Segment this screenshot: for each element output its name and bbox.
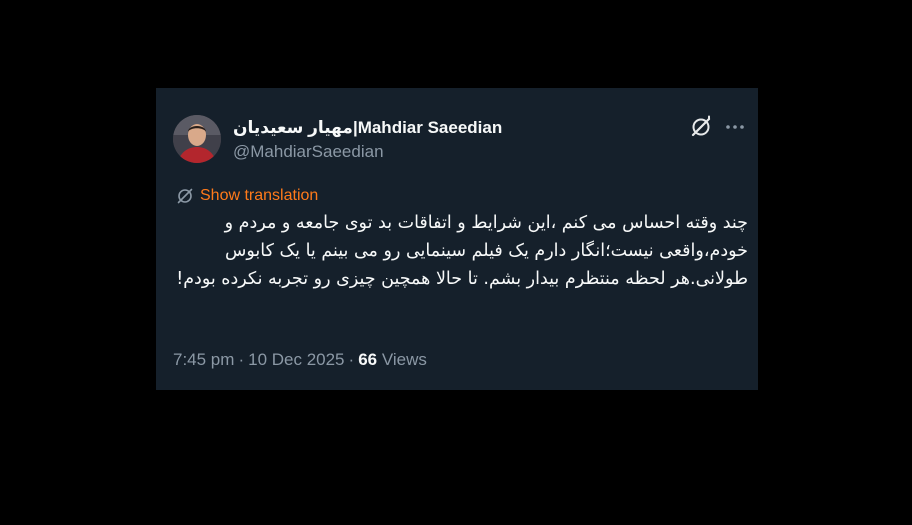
- avatar-image: [173, 115, 221, 163]
- avatar[interactable]: [173, 115, 221, 163]
- meta-separator: ·: [348, 350, 355, 369]
- show-translation-label[interactable]: Show translation: [200, 186, 318, 206]
- views-count[interactable]: 66: [358, 350, 377, 369]
- display-name[interactable]: مهیار سعیدیان|Mahdiar Saeedian: [233, 117, 502, 139]
- grok-icon[interactable]: [689, 115, 713, 139]
- tweet-meta: 7:45 pm · 10 Dec 2025 · 66 Views: [173, 349, 427, 371]
- tweet-date[interactable]: 10 Dec 2025: [248, 350, 344, 369]
- more-icon[interactable]: [724, 117, 746, 137]
- meta-separator: ·: [238, 350, 245, 369]
- tweet-card[interactable]: مهیار سعیدیان|Mahdiar Saeedian @MahdiarS…: [156, 88, 758, 390]
- translate-icon: [177, 188, 193, 204]
- views-label: Views: [381, 350, 427, 369]
- tweet-text: چند وقته احساس می کنم ،این شرایط و اتفاق…: [176, 213, 748, 289]
- show-translation-link[interactable]: Show translation: [176, 185, 318, 207]
- user-handle[interactable]: @MahdiarSaeedian: [233, 141, 384, 163]
- tweet-time[interactable]: 7:45 pm: [173, 350, 234, 369]
